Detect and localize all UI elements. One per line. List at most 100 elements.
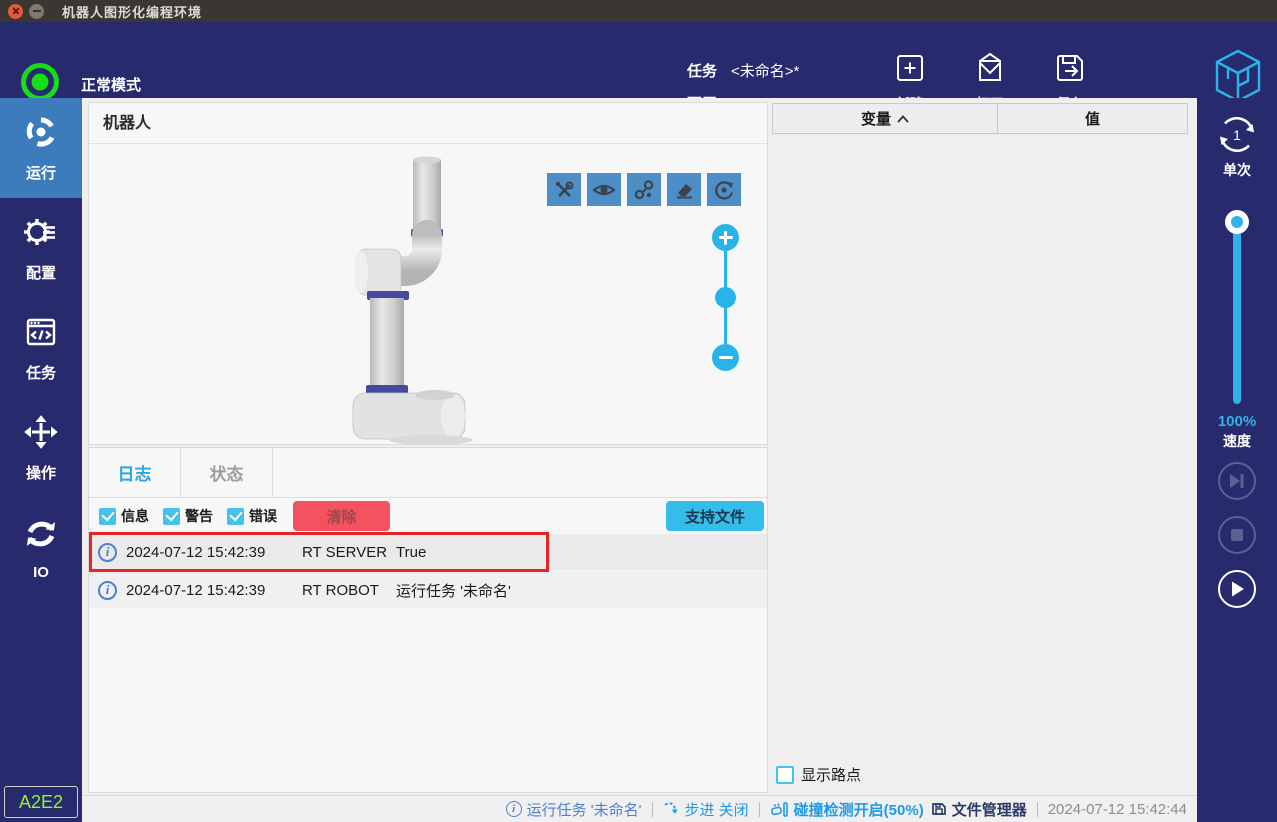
filter-error-checkbox[interactable]: [227, 507, 244, 525]
loop-mode-label: 单次: [1223, 162, 1251, 178]
log-filter-row: 信息 警告 错误 清除 支持文件: [89, 498, 767, 534]
rotate-view-icon: [715, 180, 734, 199]
log-message: True: [396, 543, 427, 561]
sidebar-item-task-label: 任务: [25, 364, 56, 382]
path-waypoints-icon: [634, 179, 654, 199]
column-header-value[interactable]: 值: [998, 103, 1188, 134]
code-window-icon: [23, 314, 59, 355]
sidebar-item-operate-label: 操作: [25, 464, 56, 482]
eye-icon: [592, 184, 616, 195]
zoom-out-button[interactable]: [712, 344, 739, 371]
filter-warning-label: 警告: [185, 508, 213, 524]
view-erase-button[interactable]: [667, 173, 701, 206]
mode-label: 正常模式: [81, 77, 142, 94]
sidebar-item-task[interactable]: 任务: [0, 298, 82, 398]
zoom-in-button[interactable]: [712, 224, 739, 251]
robot-panel-title: 机器人: [89, 103, 767, 144]
status-separator: [1036, 801, 1038, 817]
view-visibility-button[interactable]: [587, 173, 621, 206]
play-button[interactable]: [1218, 570, 1256, 608]
sidebar-item-config[interactable]: 配置: [0, 198, 82, 298]
tab-log[interactable]: 日志: [89, 448, 181, 497]
sidebar-item-io[interactable]: IO: [0, 498, 82, 598]
log-panel: 日志 状态 信息 警告 错误 清除 支持文件 i 2024-07-12 15:4…: [88, 447, 768, 793]
variables-panel: 变量 值 显示路点: [772, 102, 1188, 793]
log-entry-list: i 2024-07-12 15:42:39 RT SERVER True i 2…: [89, 532, 767, 792]
window-title: 机器人图形化编程环境: [62, 4, 203, 20]
filter-info-label: 信息: [121, 508, 149, 524]
view-rotate-button[interactable]: [707, 173, 741, 206]
sidebar-item-run-label: 运行: [25, 164, 56, 182]
status-step-label: 步进 关闭: [684, 801, 749, 819]
speed-slider-handle[interactable]: [1225, 210, 1249, 234]
log-message: 运行任务 '未命名': [396, 582, 511, 600]
file-manager-icon: [931, 803, 946, 815]
show-waypoints-label: 显示路点: [801, 767, 862, 784]
status-separator: [758, 801, 760, 817]
play-icon: [1232, 581, 1244, 597]
value-column-label: 值: [1084, 111, 1100, 128]
status-step-mode[interactable]: 步进 关闭: [663, 799, 749, 820]
support-files-button[interactable]: 支持文件: [666, 501, 764, 531]
clear-log-button[interactable]: 清除: [293, 501, 390, 531]
variable-column-label: 变量: [860, 111, 891, 128]
variables-table-header: 变量 值: [772, 103, 1188, 134]
loop-once-icon[interactable]: 1: [1214, 112, 1260, 163]
speed-slider-track[interactable]: [1233, 222, 1241, 404]
tab-status[interactable]: 状态: [181, 448, 273, 497]
log-source: RT ROBOT: [302, 581, 379, 599]
view-tools-button[interactable]: [547, 173, 581, 206]
zoom-slider-handle[interactable]: [715, 287, 736, 308]
loop-count: 1: [1233, 127, 1241, 143]
view-path-button[interactable]: [627, 173, 661, 206]
info-icon: i: [98, 580, 117, 600]
status-collision-label: 碰撞检测开启(50%): [793, 801, 924, 819]
status-separator: [651, 801, 653, 817]
app-header: 正常模式 任务<未命名>* 配置default 新建 打开: [0, 22, 1277, 113]
filter-error-label: 错误: [249, 508, 277, 524]
show-waypoints-row: 显示路点: [776, 764, 861, 785]
mode-indicator-icon: [21, 63, 59, 101]
stop-button[interactable]: [1218, 516, 1256, 554]
log-time: 2024-07-12 15:42:39: [126, 543, 266, 561]
tools-icon: [556, 181, 574, 197]
minimize-icon[interactable]: [29, 3, 44, 19]
close-icon[interactable]: [8, 3, 23, 19]
task-value: <未命名>*: [731, 63, 800, 80]
main-area: 机器人 日志 状态 信息 警告 错误 清除 支持文件 i 2024-07-12 …: [82, 98, 1197, 822]
show-waypoints-checkbox[interactable]: [776, 765, 794, 784]
gear-icon: [23, 214, 59, 255]
log-source: RT SERVER: [302, 543, 388, 561]
column-header-variable[interactable]: 变量: [772, 103, 998, 134]
sidebar-item-run[interactable]: 运行: [0, 98, 82, 198]
robot-3d-view[interactable]: [331, 155, 481, 450]
view-toolbar: [547, 173, 741, 206]
log-entry-row[interactable]: i 2024-07-12 15:42:39 RT SERVER True: [89, 532, 767, 572]
step-mode-icon: [663, 802, 678, 814]
info-icon: i: [505, 801, 522, 817]
sort-ascending-icon: [897, 114, 909, 123]
log-tab-bar: 日志 状态: [89, 448, 767, 498]
status-collision-detection[interactable]: 碰撞检测开启(50%): [770, 799, 924, 820]
io-sync-icon: [23, 516, 59, 557]
task-label: 任务: [687, 63, 718, 80]
step-next-button[interactable]: [1218, 462, 1256, 500]
filter-info-checkbox[interactable]: [99, 507, 116, 525]
new-file-icon: [892, 50, 928, 91]
status-running-task-label: 运行任务 '未命名': [526, 801, 642, 819]
left-sidebar: 运行 配置 任务 操作 IO A2E2: [0, 98, 82, 822]
robot-panel: 机器人: [88, 102, 768, 445]
sidebar-item-io-label: IO: [33, 563, 49, 581]
speed-label: 速度: [1223, 433, 1251, 449]
run-icon: [23, 114, 59, 155]
filter-warning-checkbox[interactable]: [163, 507, 180, 525]
log-entry-row[interactable]: i 2024-07-12 15:42:39 RT ROBOT 运行任务 '未命名…: [89, 572, 767, 608]
move-arrows-icon: [23, 414, 59, 455]
eraser-icon: [677, 183, 692, 198]
sidebar-item-operate[interactable]: 操作: [0, 398, 82, 498]
status-file-manager[interactable]: 文件管理器: [931, 799, 1027, 820]
window-titlebar: 机器人图形化编程环境: [0, 0, 1277, 22]
open-envelope-icon: [972, 50, 1008, 91]
status-clock: 2024-07-12 15:42:44: [1047, 800, 1187, 818]
robot-id-badge[interactable]: A2E2: [4, 786, 78, 818]
